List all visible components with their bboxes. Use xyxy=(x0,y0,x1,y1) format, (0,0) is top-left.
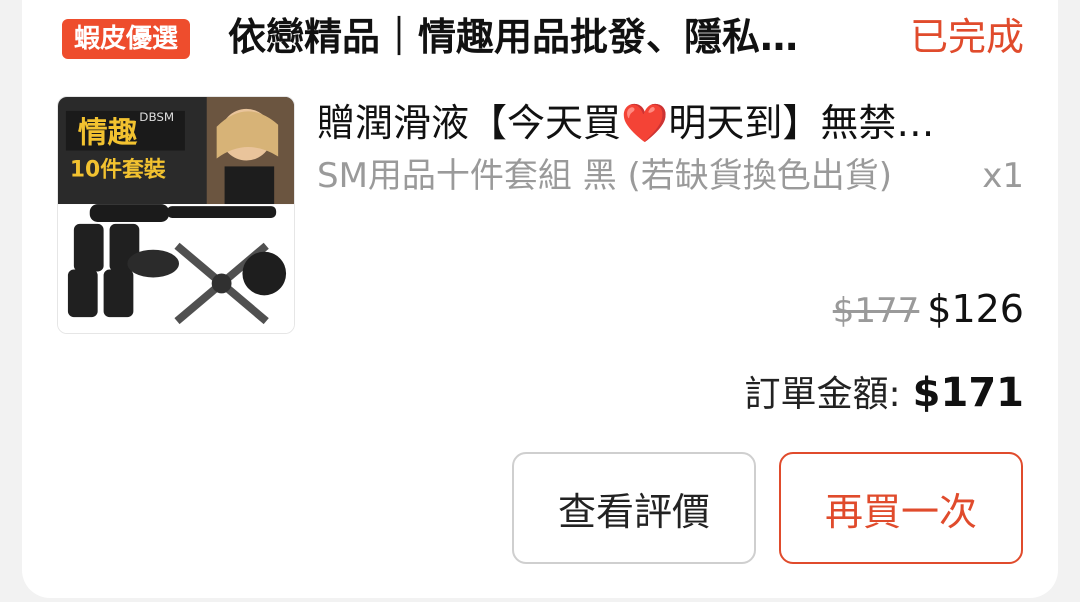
image-caption-main: 情趣 xyxy=(78,116,138,151)
preferred-badge: 蝦皮優選 xyxy=(62,19,191,59)
original-price: $177 xyxy=(832,291,920,331)
order-card[interactable]: 蝦皮優選 依戀精品｜情趣用品批發、隱私… 已完成 情趣 DBSM 10件套裝 贈… xyxy=(22,0,1058,598)
order-total-label: 訂單金額: xyxy=(744,374,901,415)
product-thumbnail[interactable]: 情趣 DBSM 10件套裝 xyxy=(57,96,295,334)
price-row: $177 $126 xyxy=(833,284,1024,342)
product-title[interactable]: 贈潤滑液【今天買❤️明天到】無禁… xyxy=(317,96,1027,150)
product-variation: SM用品十件套組 黑 (若缺貨換色出貨) xyxy=(317,156,893,196)
sale-price: $126 xyxy=(927,287,1024,331)
view-review-button[interactable]: 查看評價 xyxy=(512,452,756,564)
order-total-value: $171 xyxy=(912,370,1024,416)
buy-again-button[interactable]: 再買一次 xyxy=(779,452,1023,564)
image-caption-sub: 10件套裝 xyxy=(70,156,166,182)
order-total-row: 訂單金額: $171 xyxy=(745,366,1024,428)
product-quantity: x1 xyxy=(982,156,1024,196)
image-brand: DBSM xyxy=(139,110,174,124)
product-image: 情趣 DBSM 10件套裝 xyxy=(58,97,294,333)
shop-name[interactable]: 依戀精品｜情趣用品批發、隱私… xyxy=(228,10,878,64)
order-status: 已完成 xyxy=(909,15,1024,59)
